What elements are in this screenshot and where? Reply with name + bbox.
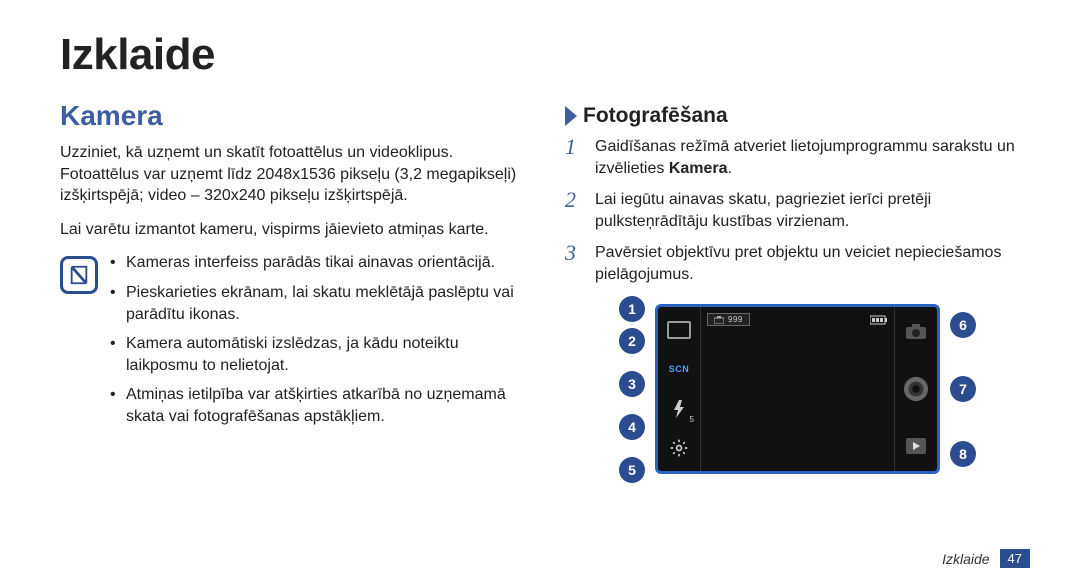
left-column: Kamera Uzziniet, kā uzņemt un skatīt fot… xyxy=(60,100,525,483)
callout-5: 5 xyxy=(619,457,645,483)
step-text-2: Lai iegūtu ainavas skatu, pagrieziet ier… xyxy=(595,189,1030,232)
note-icon xyxy=(60,256,98,294)
step-text-1: Gaidīšanas režīmā atveriet lietojumprogr… xyxy=(595,136,1030,179)
callout-7: 7 xyxy=(950,376,976,402)
camera-diagram: 1 2 3 4 5 SCN 5 xyxy=(565,296,1030,483)
step-1-pre: Gaidīšanas režīmā atveriet lietojumprogr… xyxy=(595,138,1015,177)
scene-mode-icon[interactable]: SCN xyxy=(666,356,692,382)
gallery-icon[interactable] xyxy=(903,433,929,459)
step-1: 1 Gaidīšanas režīmā atveriet lietojumpro… xyxy=(565,136,1030,179)
step-2: 2 Lai iegūtu ainavas skatu, pagrieziet i… xyxy=(565,189,1030,232)
callout-6: 6 xyxy=(950,312,976,338)
page-number: 47 xyxy=(1000,549,1030,568)
mode-photo-icon[interactable] xyxy=(666,317,692,343)
right-column: Fotografēšana 1 Gaidīšanas režīmā atveri… xyxy=(565,100,1030,483)
info-bullet-3: Atmiņas ietilpība var atšķirties atkarīb… xyxy=(110,384,525,427)
chevron-right-icon xyxy=(565,106,577,126)
intro-text-2: Lai varētu izmantot kameru, vispirms jāi… xyxy=(60,219,525,241)
flash-num: 5 xyxy=(690,415,694,424)
callout-3: 3 xyxy=(619,371,645,397)
info-bullet-0: Kameras interfeiss parādās tikai ainavas… xyxy=(110,252,525,274)
step-num-1: 1 xyxy=(565,136,585,179)
settings-icon[interactable] xyxy=(666,435,692,461)
camera-left-toolbar: SCN 5 xyxy=(658,307,700,471)
info-note: Kameras interfeiss parādās tikai ainavas… xyxy=(60,252,525,435)
labels-left-group: 1 2 3 4 5 xyxy=(619,296,645,483)
page-title: Izklaide xyxy=(60,30,1030,80)
step-1-after: . xyxy=(728,160,732,177)
callout-2: 2 xyxy=(619,328,645,354)
labels-right: 6 7 8 xyxy=(950,312,976,467)
section-title-camera: Kamera xyxy=(60,100,525,132)
flash-icon[interactable]: 5 xyxy=(666,396,692,422)
callout-1: 1 xyxy=(619,296,645,322)
step-text-3: Pavērsiet objektīvu pret objektu un veic… xyxy=(595,242,1030,285)
battery-icon xyxy=(870,315,888,325)
shots-remaining-text: 999 xyxy=(728,315,743,324)
camera-top-bar: 999 xyxy=(707,313,888,326)
labels-left: 2 3 4 5 xyxy=(619,328,645,483)
shots-remaining-indicator: 999 xyxy=(707,313,750,326)
step-1-bold: Kamera xyxy=(669,160,728,177)
subheading-row: Fotografēšana xyxy=(565,104,1030,128)
footer-section-name: Izklaide xyxy=(942,551,989,567)
callout-4: 4 xyxy=(619,414,645,440)
content-columns: Kamera Uzziniet, kā uzņemt un skatīt fot… xyxy=(60,100,1030,483)
info-bullet-2: Kamera automātiski izslēdzas, ja kādu no… xyxy=(110,333,525,376)
camera-right-toolbar xyxy=(895,307,937,471)
camera-viewfinder: SCN 5 999 xyxy=(655,304,940,474)
intro-text-1: Uzziniet, kā uzņemt un skatīt fotoattēlu… xyxy=(60,142,525,207)
shutter-button[interactable] xyxy=(903,376,929,402)
info-bullet-list: Kameras interfeiss parādās tikai ainavas… xyxy=(110,252,525,435)
step-3: 3 Pavērsiet objektīvu pret objektu un ve… xyxy=(565,242,1030,285)
step-num-2: 2 xyxy=(565,189,585,232)
page-footer: Izklaide 47 xyxy=(942,549,1030,568)
step-num-3: 3 xyxy=(565,242,585,285)
camera-preview-area[interactable]: 999 xyxy=(700,307,895,471)
info-bullet-1: Pieskarieties ekrānam, lai skatu meklētā… xyxy=(110,282,525,325)
switch-camera-icon[interactable] xyxy=(903,319,929,345)
callout-8: 8 xyxy=(950,441,976,467)
subheading-photography: Fotografēšana xyxy=(583,104,728,128)
